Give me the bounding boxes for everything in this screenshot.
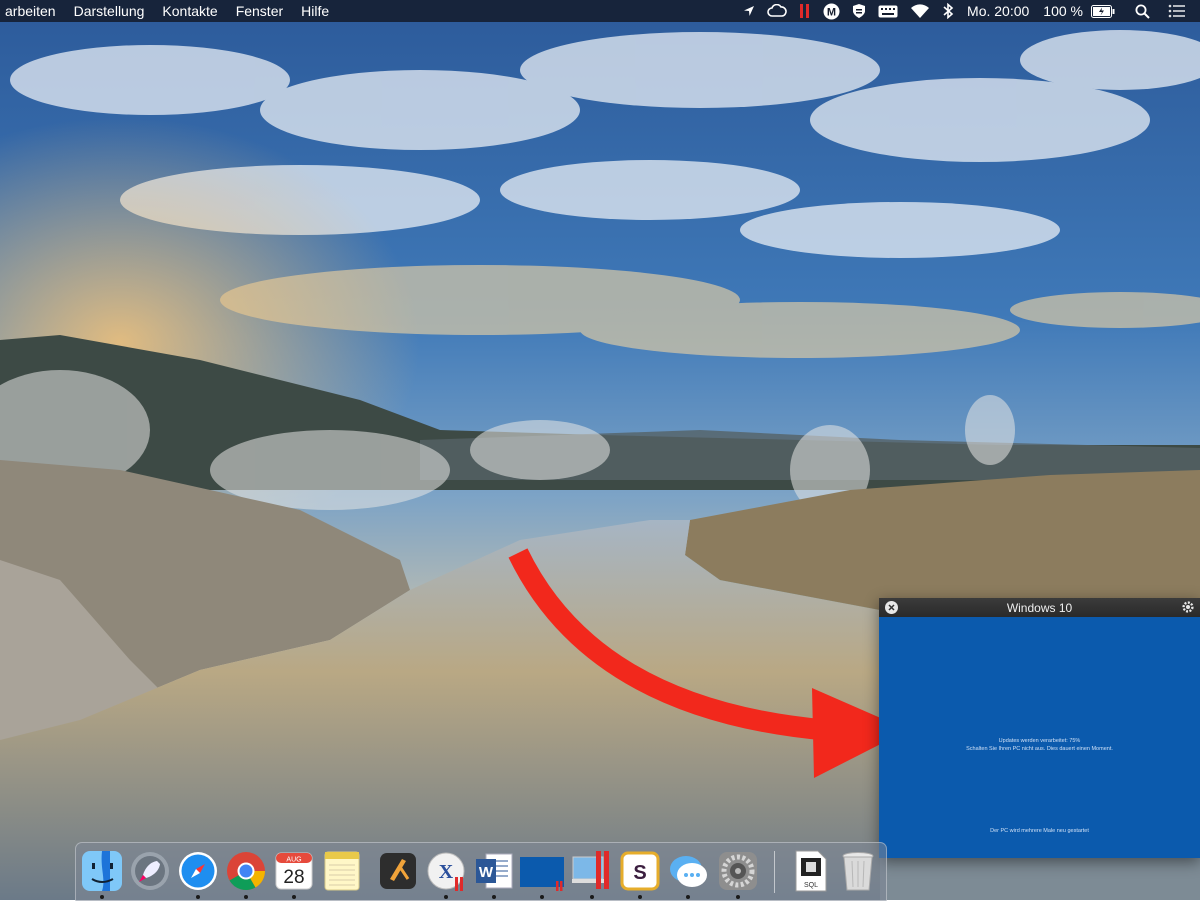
running-indicator xyxy=(638,895,642,899)
system-preferences-icon xyxy=(719,852,757,890)
dock-launchpad[interactable] xyxy=(128,849,172,893)
notes-icon xyxy=(324,851,360,891)
dock-sql-document[interactable]: SQL xyxy=(788,849,832,893)
dock: AUG 28 X W S SQL xyxy=(75,842,887,901)
windows-vm-icon xyxy=(520,857,564,891)
calendar-icon: AUG 28 xyxy=(275,852,313,890)
menu-fenster[interactable]: Fenster xyxy=(227,0,292,22)
svg-text:W: W xyxy=(479,864,494,881)
vm-title: Windows 10 xyxy=(1006,600,1073,615)
battery-percent[interactable]: 100 % xyxy=(1043,0,1083,22)
crossover-icon: X xyxy=(427,852,465,891)
safari-icon xyxy=(179,852,217,890)
menu-darstellung[interactable]: Darstellung xyxy=(65,0,154,22)
calendar-month: AUG xyxy=(286,857,301,864)
running-indicator xyxy=(100,895,104,899)
menu-bearbeiten[interactable]: arbeiten xyxy=(0,0,65,22)
bluetooth-icon[interactable] xyxy=(942,0,954,22)
chrome-icon xyxy=(227,852,266,891)
restart-note: Der PC wird mehrere Male neu gestartet xyxy=(990,828,1089,834)
dock-calendar[interactable]: AUG 28 xyxy=(272,849,316,899)
shield-icon[interactable] xyxy=(852,0,866,22)
running-indicator xyxy=(686,895,690,899)
close-icon[interactable] xyxy=(885,601,898,614)
parallels-desktop-icon xyxy=(572,851,609,889)
dock-messages[interactable] xyxy=(666,849,710,899)
slack-icon: S xyxy=(620,851,660,891)
cloud-icon[interactable] xyxy=(767,0,787,22)
dock-xcode[interactable] xyxy=(376,849,420,893)
menu-hilfe[interactable]: Hilfe xyxy=(292,0,338,22)
dock-notes[interactable] xyxy=(320,849,364,893)
gear-icon[interactable] xyxy=(1181,600,1195,614)
vm-titlebar[interactable]: Windows 10 xyxy=(879,598,1200,617)
dock-crossover[interactable]: X xyxy=(424,849,468,899)
notification-center-icon[interactable] xyxy=(1168,0,1186,22)
battery-icon[interactable] xyxy=(1091,0,1115,22)
svg-text:M: M xyxy=(827,6,836,18)
running-indicator xyxy=(244,895,248,899)
dock-windows-vm[interactable] xyxy=(520,849,566,899)
parallels-icon[interactable] xyxy=(799,0,811,22)
m-icon[interactable]: M xyxy=(823,0,840,22)
sql-document-icon: SQL xyxy=(795,850,827,892)
running-indicator xyxy=(444,895,448,899)
spotlight-icon[interactable] xyxy=(1135,0,1150,22)
clock[interactable]: Mo. 20:00 xyxy=(967,0,1029,22)
svg-text:S: S xyxy=(633,862,646,884)
dock-trash[interactable] xyxy=(836,849,880,893)
dock-word[interactable]: W xyxy=(472,849,516,899)
running-indicator xyxy=(590,895,594,899)
menu-bar: arbeiten Darstellung Kontakte Fenster Hi… xyxy=(0,0,1200,22)
running-indicator xyxy=(492,895,496,899)
running-indicator xyxy=(736,895,740,899)
running-indicator xyxy=(292,895,296,899)
dock-chrome[interactable] xyxy=(224,849,268,899)
finder-icon xyxy=(82,851,122,891)
update-status-line: Updates werden verarbeitet: 75% xyxy=(998,738,1081,744)
running-indicator xyxy=(540,895,544,899)
update-warning-line: Schalten Sie Ihren PC nicht aus. Dies da… xyxy=(966,746,1113,752)
dock-slack[interactable]: S xyxy=(618,849,662,899)
keyboard-icon[interactable] xyxy=(878,0,898,22)
wifi-icon[interactable] xyxy=(910,0,930,22)
launchpad-icon xyxy=(131,852,169,890)
dock-system-preferences[interactable] xyxy=(716,849,760,899)
vm-preview-window[interactable]: Windows 10 Updates werden verarbeitet: 7… xyxy=(879,598,1200,858)
messages-icon xyxy=(670,856,707,887)
svg-text:X: X xyxy=(439,861,454,883)
dock-finder[interactable] xyxy=(80,849,124,899)
sql-label: SQL xyxy=(804,882,818,889)
word-icon: W xyxy=(476,853,513,889)
menu-kontakte[interactable]: Kontakte xyxy=(153,0,226,22)
running-indicator xyxy=(196,895,200,899)
trash-icon xyxy=(842,852,874,891)
dock-separator xyxy=(774,851,775,893)
status-area: M Mo. 20:00 100 % xyxy=(737,0,1200,22)
location-icon[interactable] xyxy=(743,0,755,22)
xcode-icon xyxy=(380,853,416,889)
dock-safari[interactable] xyxy=(176,849,220,899)
dock-parallels[interactable] xyxy=(570,849,614,899)
vm-screen[interactable]: Updates werden verarbeitet: 75% Schalten… xyxy=(879,617,1200,858)
calendar-day: 28 xyxy=(283,867,304,888)
menu-left: arbeiten Darstellung Kontakte Fenster Hi… xyxy=(0,0,338,22)
